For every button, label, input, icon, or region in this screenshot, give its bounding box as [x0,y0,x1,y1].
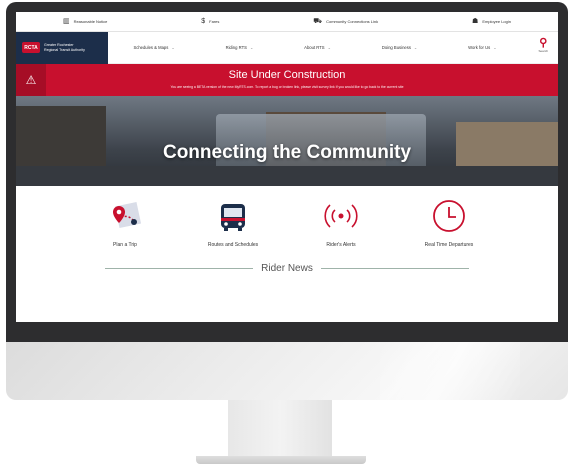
chevron-down-icon: ⌄ [249,45,254,50]
bus-car-icon: ⛟ [313,18,323,25]
nav-item-schedules[interactable]: Schedules & Maps ⌄ [133,45,174,50]
warning-icon: ⚠ [16,64,46,96]
hero-title: Connecting the Community [162,142,412,163]
chevron-down-icon: ⌄ [327,45,331,50]
logo-mark: RCTA [22,42,40,53]
nav-item-about[interactable]: About RTS ⌄ [304,45,331,50]
chevron-down-icon: ⌄ [413,45,418,50]
user-icon: ☗ [472,18,479,25]
nav-item-work[interactable]: Work for Us ⌄ [468,45,496,50]
dollar-icon: $ [201,18,206,25]
brand-logo[interactable]: RCTA Greater Rochester Regional Transit … [16,31,108,64]
quick-links: Plan a Trip Routes and Schedules Rider's… [16,186,558,261]
monitor-stand-neck [228,400,332,458]
brand-name-line2: Regional Transit Authority [44,47,85,52]
quick-link-departures[interactable]: Real Time Departures [414,196,484,261]
main-nav: RCTA Greater Rochester Regional Transit … [16,31,558,64]
divider [105,268,254,269]
chevron-down-icon: ⌄ [171,45,175,50]
utility-bar: ▥ Reasonable Notice $ Fares ⛟ Community … [16,12,558,32]
construction-alert: ⚠ Site Under Construction You are seeing… [16,64,558,96]
utility-link-fares[interactable]: $ Fares [201,18,219,25]
nav-item-business[interactable]: Doing Business ⌄ [382,45,417,50]
search-icon: ⚲ [539,37,548,49]
broadcast-icon [321,196,361,236]
quick-link-alerts[interactable]: Rider's Alerts [306,196,376,261]
alert-title: Site Under Construction [228,69,346,81]
hero-banner: Connecting the Community [16,96,558,186]
quick-link-plan-trip[interactable]: Plan a Trip [90,196,160,261]
chevron-down-icon: ⌄ [493,45,497,50]
website-screen: ▥ Reasonable Notice $ Fares ⛟ Community … [16,12,558,322]
clock-icon [429,196,469,236]
rider-news-header: Rider News [16,263,558,274]
nav-item-riding[interactable]: Riding RTS ⌄ [226,45,254,50]
utility-link-notice[interactable]: ▥ Reasonable Notice [63,18,107,25]
search-button[interactable]: ⚲ Search [538,37,548,54]
monitor-stand-base [196,456,366,464]
building-icon: ▥ [62,18,70,25]
quick-link-routes[interactable]: Routes and Schedules [198,196,268,261]
map-pin-icon [105,196,145,236]
utility-link-community[interactable]: ⛟ Community Connections Link [313,18,378,25]
monitor-mockup: ▥ Reasonable Notice $ Fares ⛟ Community … [0,0,574,466]
rider-news-title: Rider News [261,263,313,274]
alert-text: You are seeing a BETA version of the new… [170,85,404,89]
bus-icon [213,196,253,236]
utility-link-employee-login[interactable]: ☗ Employee Login [472,18,511,25]
divider [320,268,469,269]
